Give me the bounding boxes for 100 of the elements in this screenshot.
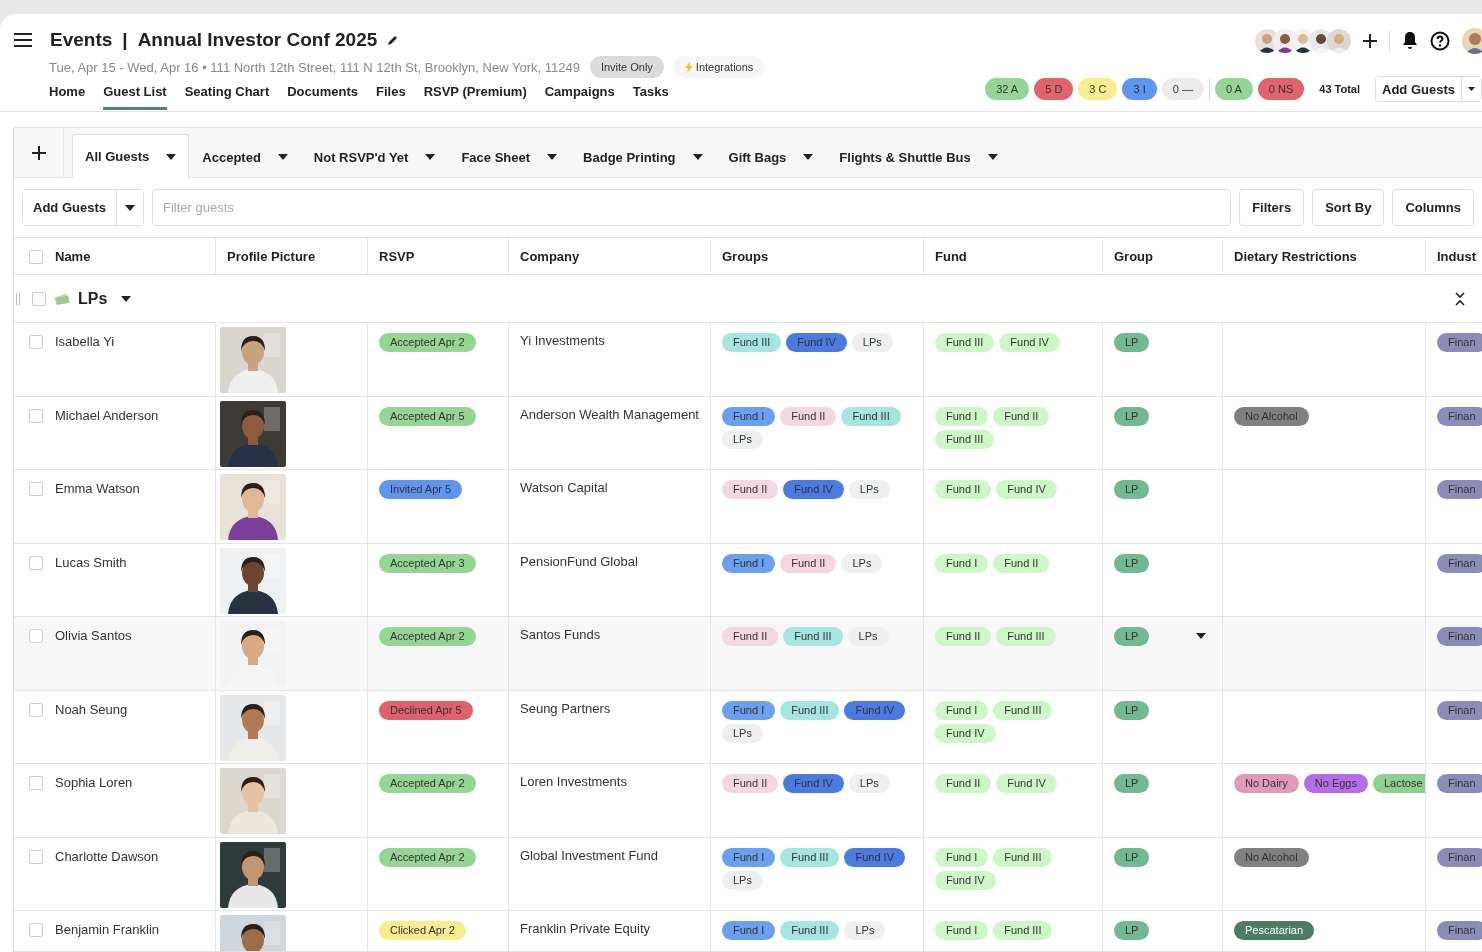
checkbox[interactable] bbox=[29, 923, 43, 937]
checkbox[interactable] bbox=[29, 555, 43, 570]
column-header[interactable]: Fund bbox=[924, 238, 1103, 275]
industry-tag[interactable]: Finan bbox=[1437, 847, 1482, 867]
dietary-tag[interactable]: Lactose bbox=[1373, 774, 1425, 793]
rsvp-status[interactable]: Accepted Apr 2 bbox=[379, 774, 476, 793]
group-tag[interactable]: LPs bbox=[841, 553, 883, 573]
group-tag[interactable]: Fund I bbox=[722, 553, 776, 573]
group-tag[interactable]: Fund III bbox=[780, 847, 840, 867]
checkbox[interactable] bbox=[32, 292, 46, 306]
fund-tag[interactable]: Fund II bbox=[993, 553, 1050, 573]
table-row[interactable]: Lucas Smith Accepted Apr 3 PensionFund Global Fund I Fund II LPs Fund I Fund II LP Finan bbox=[14, 543, 1482, 617]
group-tag[interactable]: Fund III bbox=[780, 700, 840, 720]
toolbar-button[interactable]: Sort By bbox=[1312, 189, 1385, 226]
industry-tag[interactable]: Finan bbox=[1437, 333, 1482, 352]
add-icon[interactable] bbox=[1363, 34, 1377, 48]
fund-tag[interactable]: Fund III bbox=[935, 333, 995, 352]
group-tag[interactable]: Fund I bbox=[722, 847, 776, 867]
group-tag[interactable]: Fund III bbox=[780, 921, 840, 940]
group-tag[interactable]: Fund II bbox=[722, 627, 779, 646]
group-tag[interactable]: LPs bbox=[847, 627, 889, 646]
checkbox[interactable] bbox=[29, 702, 43, 717]
group-tag[interactable]: LPs bbox=[844, 921, 886, 940]
view-tab[interactable]: Not RSVP'd Yet bbox=[300, 135, 449, 178]
fund-tag[interactable]: Fund III bbox=[993, 847, 1053, 867]
fund-tag[interactable]: Fund III bbox=[996, 627, 1056, 646]
group-tag[interactable]: Fund I bbox=[722, 921, 776, 940]
fund-tag[interactable]: Fund II bbox=[993, 406, 1050, 426]
industry-tag[interactable]: Finan bbox=[1437, 480, 1482, 499]
nav-tab[interactable]: Files bbox=[376, 84, 406, 110]
group-tag[interactable]: LPs bbox=[848, 774, 890, 793]
group-tag[interactable]: LPs bbox=[722, 870, 763, 890]
column-header[interactable]: Dietary Restrictions bbox=[1223, 238, 1426, 275]
view-tab[interactable]: Gift Bags bbox=[715, 135, 827, 178]
industry-tag[interactable]: Finan bbox=[1437, 627, 1482, 646]
industry-tag[interactable]: Finan bbox=[1437, 774, 1482, 793]
fund-tag[interactable]: Fund IV bbox=[996, 480, 1057, 499]
fund-tag[interactable]: Fund I bbox=[935, 921, 989, 940]
group-tag[interactable]: Fund II bbox=[722, 480, 779, 499]
column-header[interactable]: Groups bbox=[711, 238, 924, 275]
collapse-icon[interactable] bbox=[1455, 291, 1465, 306]
group-tag[interactable]: Fund II bbox=[780, 553, 837, 573]
group-tag[interactable]: LP bbox=[1114, 333, 1150, 352]
group-tag[interactable]: Fund III bbox=[783, 627, 843, 646]
industry-tag[interactable]: Finan bbox=[1437, 406, 1482, 426]
fund-tag[interactable]: Fund IV bbox=[935, 870, 996, 890]
help-icon[interactable] bbox=[1430, 31, 1450, 51]
group-tag[interactable]: Fund II bbox=[780, 406, 837, 426]
rsvp-status[interactable]: Invited Apr 5 bbox=[379, 480, 463, 499]
nav-tab[interactable]: RSVP (Premium) bbox=[423, 84, 527, 110]
table-row[interactable]: Olivia Santos Accepted Apr 2 Santos Funds Fund II Fund III LPs Fund II Fund III LP Finan bbox=[14, 617, 1482, 691]
drag-handle-icon[interactable] bbox=[16, 292, 20, 305]
group-tag[interactable]: Fund III bbox=[722, 333, 782, 352]
rsvp-status[interactable]: Clicked Apr 2 bbox=[379, 921, 466, 940]
view-tab[interactable]: Face Sheet bbox=[448, 135, 571, 178]
dietary-tag[interactable]: Pescatarian bbox=[1234, 921, 1315, 940]
fund-tag[interactable]: Fund IV bbox=[935, 723, 996, 743]
rsvp-status[interactable]: Accepted Apr 2 bbox=[379, 627, 476, 646]
fund-tag[interactable]: Fund III bbox=[935, 429, 995, 449]
fund-tag[interactable]: Fund II bbox=[935, 774, 992, 793]
column-header[interactable]: Indust bbox=[1426, 238, 1482, 275]
table-row[interactable]: Emma Watson Invited Apr 5 Watson Capital Fund II Fund IV LPs Fund II Fund IV LP Finan bbox=[14, 470, 1482, 544]
dropdown-button[interactable] bbox=[115, 190, 143, 225]
column-header[interactable]: Profile Picture bbox=[216, 238, 368, 275]
fund-tag[interactable]: Fund I bbox=[935, 700, 989, 720]
toolbar-button[interactable]: Columns bbox=[1392, 189, 1474, 226]
column-header[interactable]: Name bbox=[14, 238, 216, 275]
nav-tab[interactable]: Tasks bbox=[632, 84, 669, 110]
table-row[interactable]: Noah Seung Declined Apr 5 Seung Partners Fund I Fund III Fund IV LPs Fund I Fund III Fund IV LP Finan bbox=[14, 690, 1482, 764]
rsvp-status[interactable]: Accepted Apr 5 bbox=[379, 406, 476, 426]
group-tag[interactable]: LP bbox=[1114, 406, 1150, 426]
nav-tab[interactable]: Campaigns bbox=[544, 84, 615, 110]
group-tag[interactable]: Fund I bbox=[722, 700, 776, 720]
group-tag[interactable]: LPs bbox=[851, 333, 893, 352]
group-tag[interactable]: LP bbox=[1114, 700, 1150, 720]
checkbox[interactable] bbox=[29, 335, 43, 349]
group-tag[interactable]: Fund II bbox=[722, 774, 779, 793]
rsvp-status[interactable]: Declined Apr 5 bbox=[379, 700, 473, 720]
checkbox[interactable] bbox=[29, 849, 43, 864]
filter-field[interactable]: Filter guests bbox=[151, 189, 1232, 226]
industry-tag[interactable]: Finan bbox=[1437, 553, 1482, 573]
group-tag[interactable]: LP bbox=[1114, 627, 1150, 646]
toolbar-button[interactable]: Filters bbox=[1239, 189, 1305, 226]
fund-tag[interactable]: Fund II bbox=[935, 627, 992, 646]
fund-tag[interactable]: Fund III bbox=[993, 921, 1053, 940]
table-row[interactable]: Isabella Yi Accepted Apr 2 Yi Investments Fund III Fund IV LPs Fund III Fund IV LP Finan bbox=[14, 323, 1482, 397]
dropdown-button[interactable] bbox=[1461, 77, 1481, 101]
dietary-tag[interactable]: No Eggs bbox=[1303, 774, 1368, 793]
menu-icon[interactable] bbox=[14, 33, 32, 47]
view-tab[interactable]: Accepted bbox=[189, 135, 301, 178]
table-row[interactable]: Michael Anderson Accepted Apr 5 Anderson Wealth Management Fund I Fund II Fund III LPs Fund I Fund II Fund III LP No Alcohol Finan bbox=[14, 396, 1482, 470]
table-row[interactable]: Charlotte Dawson Accepted Apr 2 Global Investment Fund Fund I Fund III Fund IV LPs Fund I Fund III Fund IV LP No Alcohol Finan bbox=[14, 837, 1482, 911]
integrations-button[interactable]: Integrations bbox=[673, 56, 765, 78]
column-header[interactable]: Group bbox=[1103, 238, 1223, 275]
checkbox[interactable] bbox=[29, 629, 43, 643]
fund-tag[interactable]: Fund IV bbox=[999, 333, 1060, 352]
fund-tag[interactable]: Fund I bbox=[935, 847, 989, 867]
view-tab[interactable]: Badge Printing bbox=[570, 135, 716, 178]
checkbox[interactable] bbox=[29, 776, 43, 790]
checkbox[interactable] bbox=[29, 482, 43, 496]
